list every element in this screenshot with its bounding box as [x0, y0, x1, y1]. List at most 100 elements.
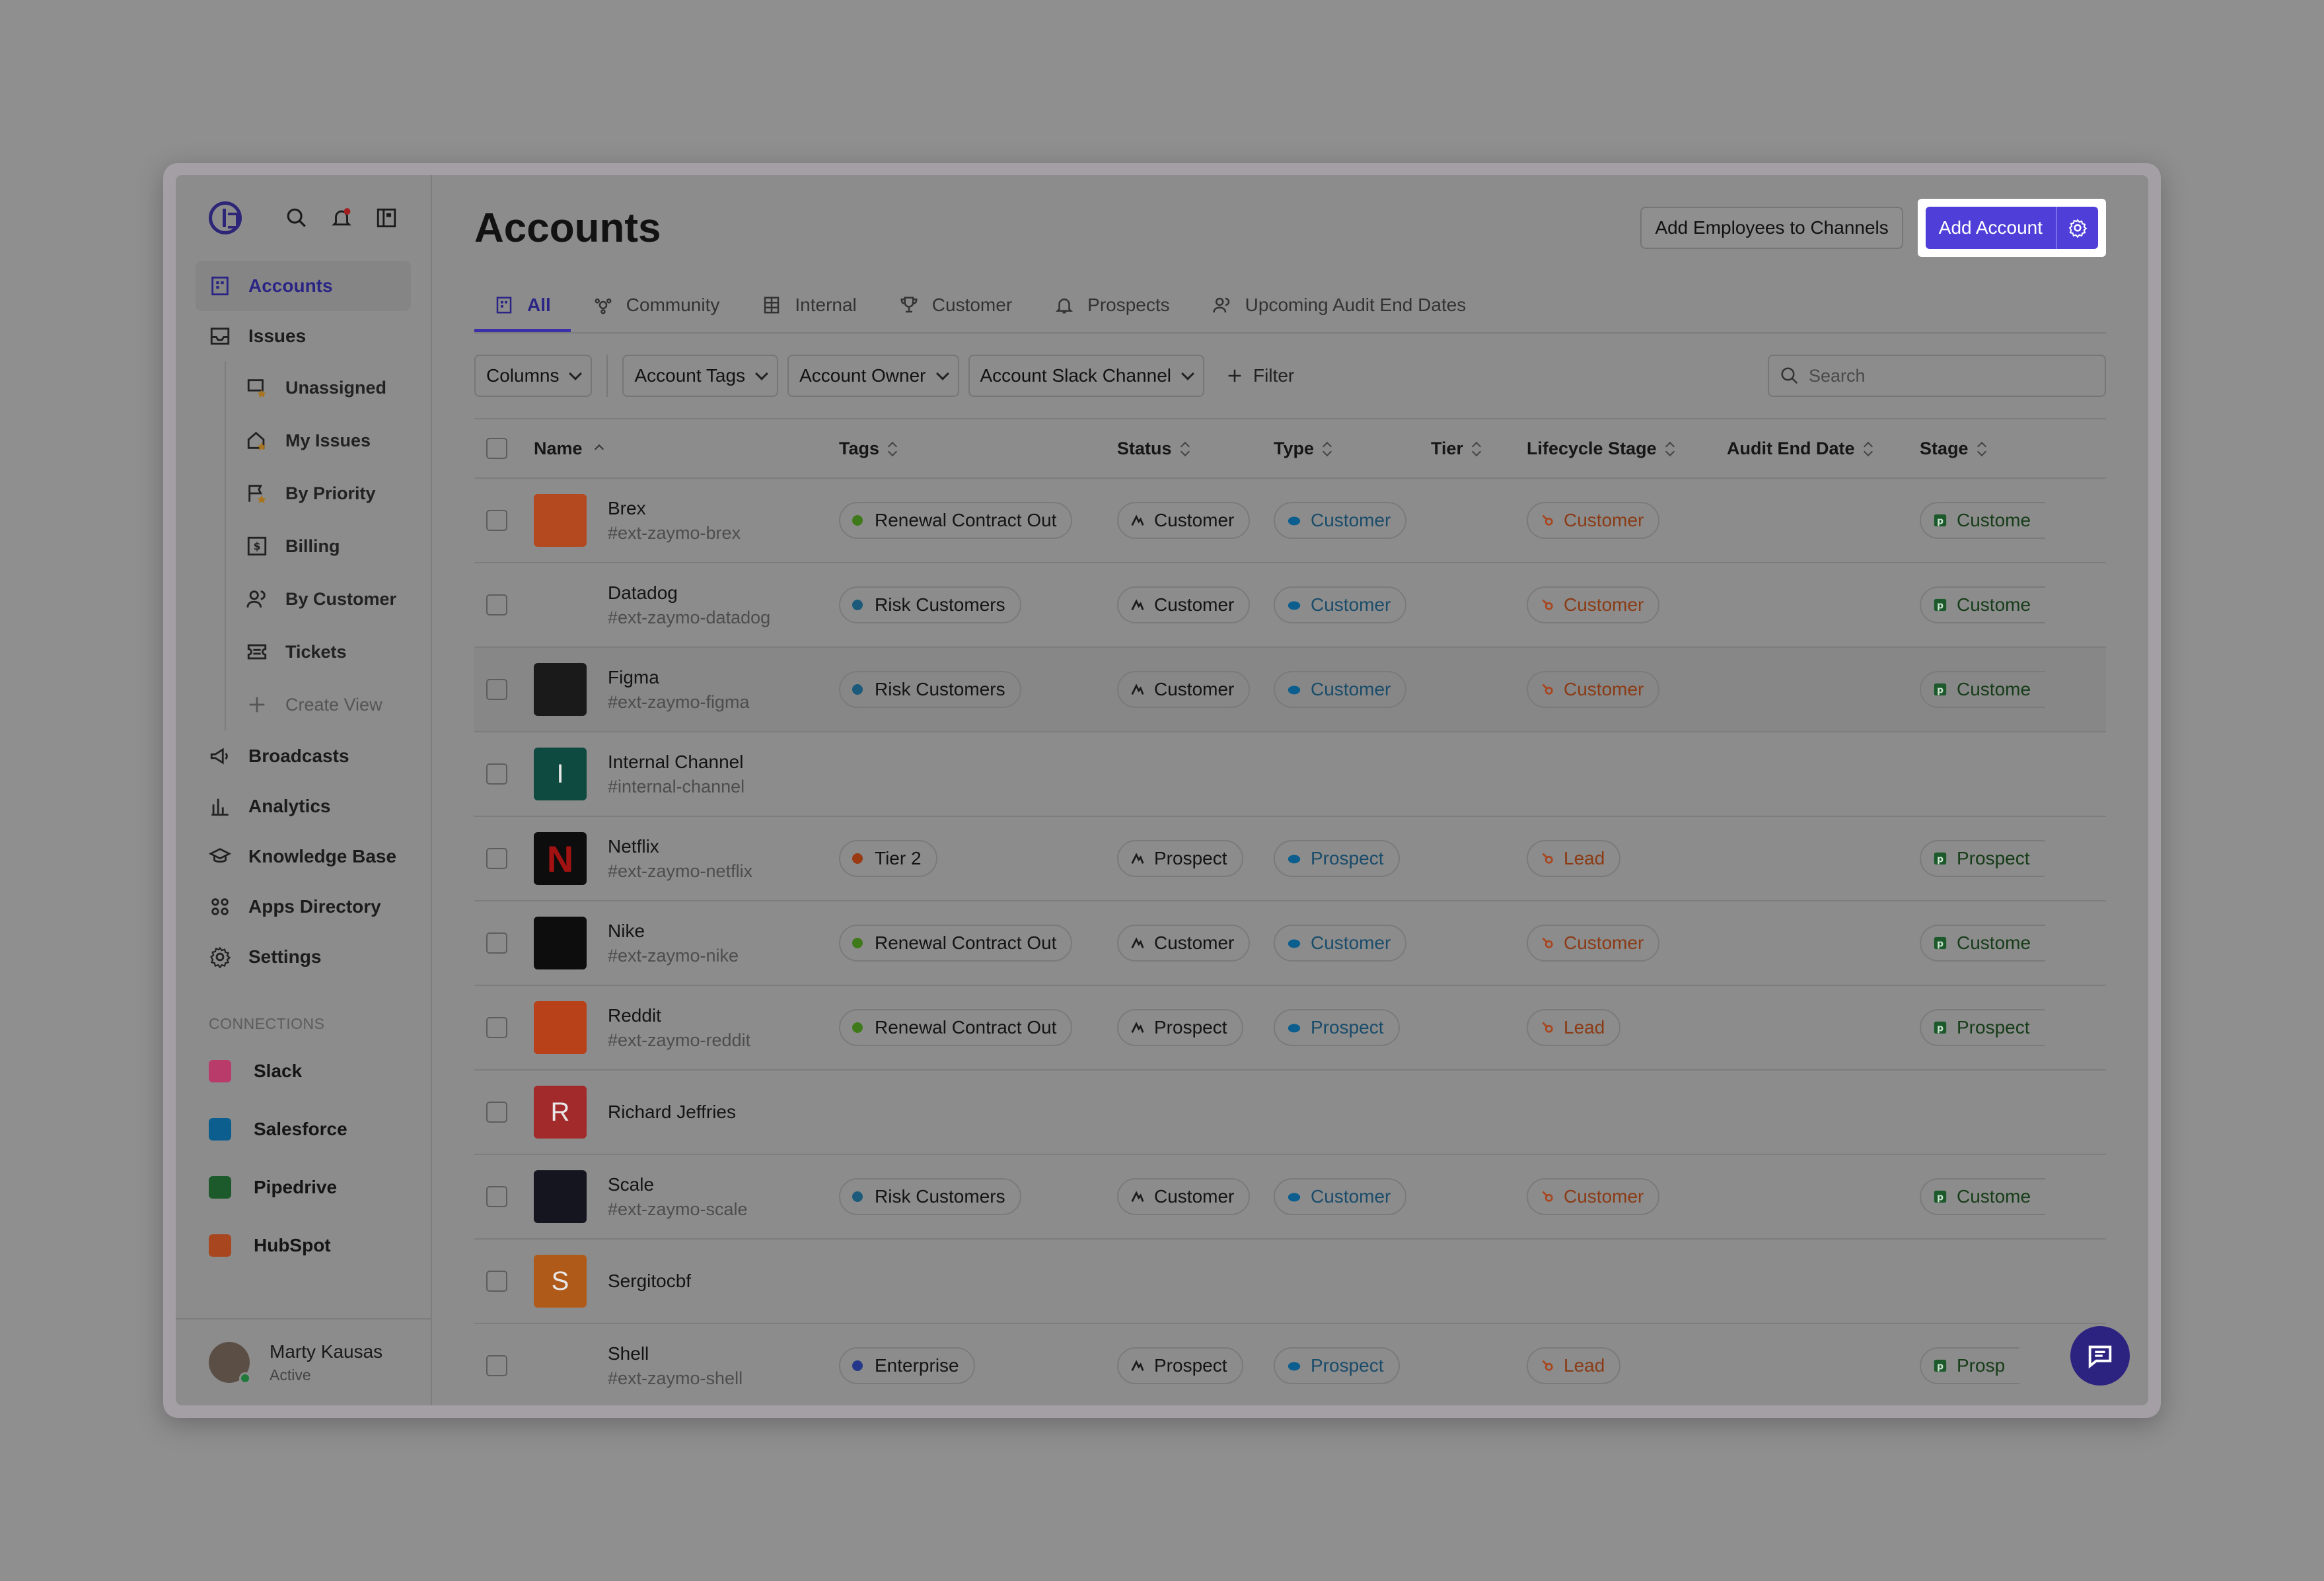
tab-community[interactable]: Community	[573, 281, 740, 332]
notification-bell-icon[interactable]	[330, 207, 353, 229]
tag-badge[interactable]: Tier 2	[839, 840, 937, 877]
column-header-lifecycle-stage[interactable]: Lifecycle Stage	[1527, 418, 1727, 479]
account-name[interactable]: Brex	[608, 498, 741, 519]
view-item-tickets[interactable]: Tickets	[226, 625, 431, 678]
tags-cell	[839, 1070, 1117, 1155]
tag-badge[interactable]: Enterprise	[839, 1347, 975, 1384]
tag-color-dot	[852, 600, 863, 610]
account-name[interactable]: Nike	[608, 921, 739, 942]
user-profile[interactable]: Marty Kausas Active	[176, 1318, 431, 1405]
chat-support-button[interactable]	[2070, 1326, 2130, 1386]
column-header-tier[interactable]: Tier	[1431, 418, 1527, 479]
column-header-status[interactable]: Status	[1117, 418, 1274, 479]
type-cell	[1274, 1239, 1431, 1324]
account-tags-dropdown[interactable]: Account Tags	[622, 355, 779, 397]
tab-customer[interactable]: Customer	[879, 281, 1032, 332]
column-header-name[interactable]: Name	[534, 418, 839, 479]
connection-hubspot[interactable]: HubSpot	[176, 1216, 431, 1275]
view-item-by-priority[interactable]: By Priority	[226, 467, 431, 520]
row-checkbox[interactable]	[486, 510, 507, 531]
row-checkbox[interactable]	[486, 1102, 507, 1123]
column-header-type[interactable]: Type	[1274, 418, 1431, 479]
row-checkbox[interactable]	[486, 1355, 507, 1376]
sidebar-toggle-icon[interactable]	[375, 207, 398, 229]
row-checkbox[interactable]	[486, 848, 507, 869]
table-row[interactable]: Reddit #ext-zaymo-reddit Renewal Contract …	[474, 985, 2106, 1071]
building-icon	[209, 275, 231, 297]
connection-slack[interactable]: Slack	[176, 1042, 431, 1100]
select-all-checkbox[interactable]	[486, 438, 507, 459]
tab-upcoming-audit-end-dates[interactable]: Upcoming Audit End Dates	[1192, 281, 1486, 332]
columns-dropdown[interactable]: Columns	[474, 355, 593, 397]
chat-icon	[2088, 1345, 2112, 1369]
table-row[interactable]: N Netflix #ext-zaymo-netflix Tier 2 Prospect…	[474, 816, 2106, 901]
tag-badge[interactable]: Risk Customers	[839, 1178, 1021, 1215]
view-item-my-issues[interactable]: My Issues	[226, 414, 431, 467]
sidebar-item-broadcasts[interactable]: Broadcasts	[196, 731, 411, 781]
search-icon[interactable]	[285, 207, 308, 229]
table-row[interactable]: Shell #ext-zaymo-shell Enterprise Prospect P…	[474, 1323, 2106, 1405]
account-name[interactable]: Figma	[608, 667, 750, 688]
hubspot-icon	[1542, 599, 1553, 610]
table-row[interactable]: Nike #ext-zaymo-nike Renewal Contract Out C…	[474, 901, 2106, 986]
add-filter-button[interactable]: Filter	[1225, 365, 1294, 386]
column-header-tags[interactable]: Tags	[839, 418, 1117, 479]
sidebar-item-knowledge-base[interactable]: Knowledge Base	[196, 831, 411, 882]
sidebar-item-accounts[interactable]: Accounts	[196, 261, 411, 311]
account-name[interactable]: Internal Channel	[608, 752, 744, 773]
account-slack-channel-label: Account Slack Channel	[980, 365, 1172, 386]
sidebar-item-apps-directory[interactable]: Apps Directory	[196, 882, 411, 932]
row-checkbox[interactable]	[486, 594, 507, 615]
account-logo	[534, 1001, 587, 1054]
column-header-audit-end-date[interactable]: Audit End Date	[1727, 418, 1920, 479]
connection-label: Slack	[254, 1061, 303, 1081]
connection-pipedrive[interactable]: Pipedrive	[176, 1158, 431, 1216]
account-owner-dropdown[interactable]: Account Owner	[787, 355, 959, 397]
tag-badge[interactable]: Renewal Contract Out	[839, 925, 1073, 962]
account-name[interactable]: Datadog	[608, 582, 770, 604]
bar-chart-icon	[209, 795, 231, 818]
create-view-button[interactable]: Create View	[226, 678, 431, 731]
search-input[interactable]	[1809, 365, 2086, 386]
column-header-stage[interactable]: Stage	[1920, 418, 2106, 479]
tag-badge[interactable]: Renewal Contract Out	[839, 502, 1073, 539]
table-row[interactable]: Scale #ext-zaymo-scale Risk Customers Custo…	[474, 1154, 2106, 1240]
table-row[interactable]: Brex #ext-zaymo-brex Renewal Contract Out C…	[474, 478, 2106, 563]
account-name[interactable]: Shell	[608, 1343, 743, 1364]
view-item-billing[interactable]: $ Billing	[226, 520, 431, 573]
row-checkbox[interactable]	[486, 763, 507, 785]
row-checkbox[interactable]	[486, 932, 507, 954]
view-item-unassigned[interactable]: Unassigned	[226, 361, 431, 414]
add-employees-button[interactable]: Add Employees to Channels	[1640, 207, 1903, 249]
account-name[interactable]: Richard Jeffries	[608, 1102, 736, 1123]
connection-salesforce[interactable]: Salesforce	[176, 1100, 431, 1158]
table-row[interactable]: Figma #ext-zaymo-figma Risk Customers Custo…	[474, 647, 2106, 732]
row-checkbox[interactable]	[486, 1271, 507, 1292]
table-row[interactable]: S Sergitocbf	[474, 1239, 2106, 1324]
row-checkbox[interactable]	[486, 1186, 507, 1207]
row-checkbox[interactable]	[486, 679, 507, 700]
online-status-dot	[239, 1372, 251, 1384]
account-name[interactable]: Sergitocbf	[608, 1271, 691, 1292]
account-name[interactable]: Reddit	[608, 1005, 750, 1026]
account-settings-button[interactable]	[2056, 207, 2098, 249]
tab-prospects[interactable]: Prospects	[1035, 281, 1190, 332]
table-row[interactable]: R Richard Jeffries	[474, 1070, 2106, 1155]
sidebar-item-analytics[interactable]: Analytics	[196, 781, 411, 831]
row-checkbox[interactable]	[486, 1017, 507, 1038]
sidebar-item-issues[interactable]: Issues	[196, 311, 411, 361]
add-account-button[interactable]: Add Account	[1926, 207, 2056, 249]
sidebar-item-settings[interactable]: Settings	[196, 932, 411, 982]
account-slack-channel-dropdown[interactable]: Account Slack Channel	[968, 355, 1205, 397]
tag-badge[interactable]: Risk Customers	[839, 586, 1021, 623]
account-name[interactable]: Netflix	[608, 836, 752, 857]
table-row[interactable]: Datadog #ext-zaymo-datadog Risk Customers C…	[474, 563, 2106, 648]
tag-badge[interactable]: Renewal Contract Out	[839, 1009, 1073, 1046]
table-row[interactable]: I Internal Channel #internal-channel	[474, 732, 2106, 817]
tab-all[interactable]: All	[474, 281, 571, 332]
tag-badge[interactable]: Risk Customers	[839, 671, 1021, 708]
tab-internal[interactable]: Internal	[742, 281, 876, 332]
account-name[interactable]: Scale	[608, 1174, 748, 1195]
app-logo[interactable]	[209, 201, 242, 234]
view-item-by-customer[interactable]: By Customer	[226, 573, 431, 625]
